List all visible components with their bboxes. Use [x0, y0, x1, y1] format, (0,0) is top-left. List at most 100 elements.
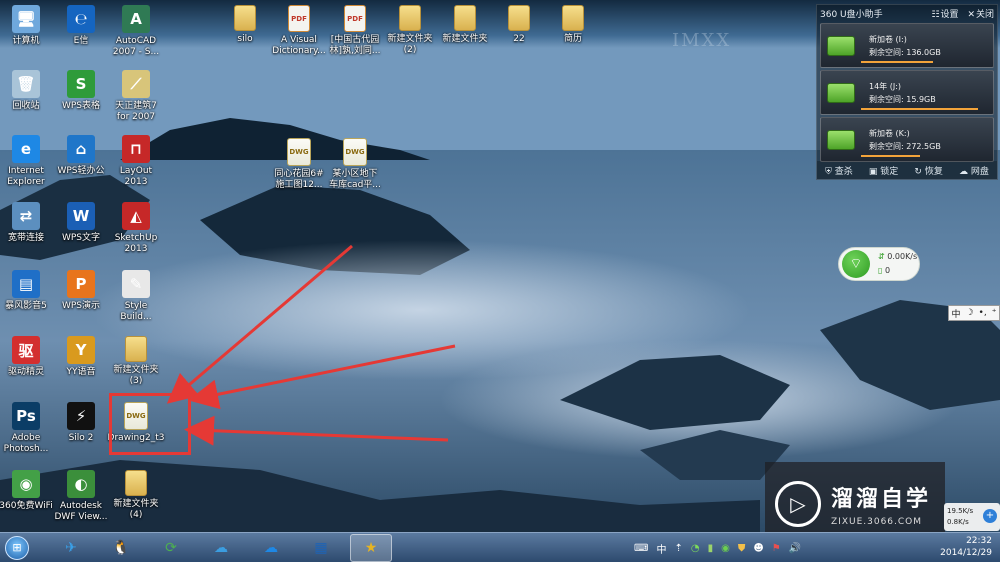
- usb-lock-button[interactable]: ▣ 锁定: [869, 164, 898, 177]
- windows-logo-icon: ⊞: [5, 535, 29, 560]
- desktop-icon-label: Silo 2: [68, 433, 94, 443]
- ime-extra[interactable]: ⁺: [992, 308, 997, 318]
- taskbar-app-cloud-sync[interactable]: ☁: [250, 534, 292, 562]
- highlight-box: [109, 393, 191, 455]
- usb-helper-toolbar: ⛨ 查杀 ▣ 锁定 ↻ 恢复 ☁ 网盘: [817, 161, 997, 179]
- baidu-cloud-icon: ☁: [214, 539, 228, 556]
- desktop-icon-label: AutoCAD 2007 - S...: [112, 36, 160, 57]
- desktop-icon-dwg-moumou[interactable]: DWG 某小区地下 车库cad平...: [323, 138, 387, 191]
- usb-scan-button[interactable]: ⛨ 查杀: [825, 164, 853, 177]
- usb-cloud-button[interactable]: ☁ 网盘: [959, 164, 989, 177]
- desktop-icon-label: WPS文字: [61, 233, 101, 243]
- tray-360-icon[interactable]: ◉: [721, 543, 730, 554]
- taskbar-app-360-safe[interactable]: ⟳: [150, 534, 192, 562]
- desktop-icon-label: A Visual Dictionary...: [272, 35, 326, 56]
- network-speed-widget[interactable]: ⌔ ⇵ 0.00K/s ▯ 0: [838, 247, 920, 281]
- wallpaper-watermark: IMXX: [672, 30, 732, 51]
- desktop-icon-folder-shouli[interactable]: 简历: [541, 5, 605, 45]
- broadband-icon: ⇄: [12, 202, 40, 230]
- desktop-icon-folder4[interactable]: 新建文件夹 (4): [104, 470, 168, 521]
- usb-drive-item[interactable]: 14年 (J:) 剩余空间: 15.9GB: [820, 70, 994, 115]
- e-xin-icon: ℮: [67, 5, 95, 33]
- taskbar-app-baidu-cloud[interactable]: ☁: [200, 534, 242, 562]
- usb-restore-button[interactable]: ↻ 恢复: [914, 164, 942, 177]
- dwg-file-icon: DWG: [343, 138, 367, 166]
- clock[interactable]: 22:32 2014/12/29: [940, 535, 992, 559]
- desktop-icon-label: E信: [73, 36, 89, 46]
- folder-icon: [508, 5, 530, 31]
- wifi-360-icon: ◉: [12, 470, 40, 498]
- tray-flag-icon[interactable]: ⚑: [772, 543, 781, 554]
- usb-drive-item[interactable]: 新加卷 (K:) 剩余空间: 272.5GB: [820, 117, 994, 162]
- computer-icon: 🖥: [12, 5, 40, 33]
- tray-qq-icon[interactable]: ☻: [753, 543, 763, 554]
- folder-icon: [125, 470, 147, 496]
- usb-drive-icon: [827, 35, 855, 56]
- tray-shield-icon[interactable]: ⛊: [738, 543, 746, 554]
- pdf-file-icon: PDF: [288, 5, 310, 32]
- usb-helper-header: 360 U盘小助手 ☷设置 ✕关闭: [817, 5, 997, 21]
- taskbar-app-star-app[interactable]: ★: [350, 533, 392, 562]
- tray-volume-icon[interactable]: 🔊: [789, 543, 801, 554]
- ime-punct[interactable]: •,: [979, 308, 987, 318]
- desktop-icon-label: Adobe Photosh...: [3, 433, 49, 454]
- silo-icon: ⚡: [67, 402, 95, 430]
- desktop-icon-label: 回收站: [12, 101, 40, 111]
- folder-icon: [562, 5, 584, 31]
- usb-helper-panel: 360 U盘小助手 ☷设置 ✕关闭 新加卷 (I:) 剩余空间: 136.0GB 1…: [816, 4, 998, 180]
- tray-wifi-icon[interactable]: ◔: [691, 543, 700, 554]
- baofeng-icon: ▤: [12, 270, 40, 298]
- desktop-icon-pdf-visual[interactable]: PDF A Visual Dictionary...: [267, 5, 331, 57]
- desktop-icon-folder3[interactable]: 新建文件夹 (3): [104, 336, 168, 387]
- desktop-icon-label: WPS表格: [61, 101, 101, 111]
- brand-name: 溜溜自学: [831, 487, 932, 512]
- desktop-icon-label: Style Build...: [120, 301, 152, 322]
- ime-moon-icon[interactable]: ☽: [965, 308, 973, 318]
- usb-drive-name: 新加卷 (K:): [869, 128, 910, 138]
- desktop-icon-label: Internet Explorer: [7, 166, 45, 187]
- mini-speed-widget[interactable]: 19.5K/s 0.8K/s +: [944, 503, 1000, 531]
- usb-close-button[interactable]: ✕关闭: [967, 10, 994, 20]
- internet-explorer-icon: e: [12, 135, 40, 163]
- tray-ime-label[interactable]: 中: [656, 541, 666, 556]
- start-button[interactable]: ⊞: [0, 533, 34, 562]
- usb-drive-item[interactable]: 新加卷 (I:) 剩余空间: 136.0GB: [820, 23, 994, 68]
- desktop-icon-layout[interactable]: ⊓ LayOut 2013: [104, 135, 168, 188]
- desktop-icon-label: 新建文件夹 (4): [113, 499, 159, 520]
- desktop-icon-tianzheng[interactable]: ⟋ 天正建筑7 for 2007: [104, 70, 168, 123]
- download-rate: 0.00K/s: [887, 252, 918, 261]
- desktop-icon-autocad[interactable]: A AutoCAD 2007 - S...: [104, 5, 168, 58]
- desktop-icon-label: SketchUp 2013: [114, 233, 158, 254]
- driver-genius-icon: 驱: [12, 336, 40, 364]
- taskbar-app-qq[interactable]: 🐧: [100, 534, 142, 562]
- tray-keyboard-icon[interactable]: ⌨: [634, 543, 648, 554]
- usb-drive-usage-bar: [861, 61, 933, 63]
- style-builder-icon: ✎: [122, 270, 150, 298]
- mini-speed-plus-icon[interactable]: +: [983, 509, 997, 523]
- layout-icon: ⊓: [122, 135, 150, 163]
- yy-voice-icon: Y: [67, 336, 95, 364]
- star-app-icon: ★: [364, 539, 378, 556]
- desktop-icon-label: 新建文件夹 (3): [113, 365, 159, 386]
- ime-toolbar[interactable]: 中 ☽ •, ⁺: [948, 305, 1000, 321]
- wps-presentation-icon: P: [67, 270, 95, 298]
- tangent-architecture-icon: ⟋: [122, 70, 150, 98]
- desktop-icon-sketchup[interactable]: ◭ SketchUp 2013: [104, 202, 168, 255]
- desktop-icon-label: 天正建筑7 for 2007: [115, 101, 157, 122]
- taskbar-app-media-player[interactable]: ▦: [300, 534, 342, 562]
- download-arrow-icon: ⇵: [878, 252, 885, 261]
- ime-mode[interactable]: 中: [951, 307, 960, 320]
- usb-drive-name: 14年 (J:): [869, 81, 902, 91]
- taskbar-app-feixin[interactable]: ✈: [50, 534, 92, 562]
- sketchup-icon: ◭: [122, 202, 150, 230]
- tray-arrow-icon[interactable]: ⇡: [674, 543, 682, 554]
- desktop-icon-dwg-tongxin[interactable]: DWG 同心花园6# 施工图12...: [267, 138, 331, 191]
- dwf-viewer-icon: ◐: [67, 470, 95, 498]
- usb-drive-free: 剩余空间: 272.5GB: [869, 141, 941, 151]
- desktop-icon-stylebuilder[interactable]: ✎ Style Build...: [104, 270, 168, 323]
- tray-battery-icon[interactable]: ▮: [708, 543, 714, 554]
- desktop-icon-label: 暴风影音5: [5, 301, 47, 311]
- 360-safe-icon: ⟳: [165, 539, 177, 556]
- wifi-icon: ⌔: [842, 250, 870, 278]
- usb-settings-button[interactable]: ☷设置: [931, 10, 958, 20]
